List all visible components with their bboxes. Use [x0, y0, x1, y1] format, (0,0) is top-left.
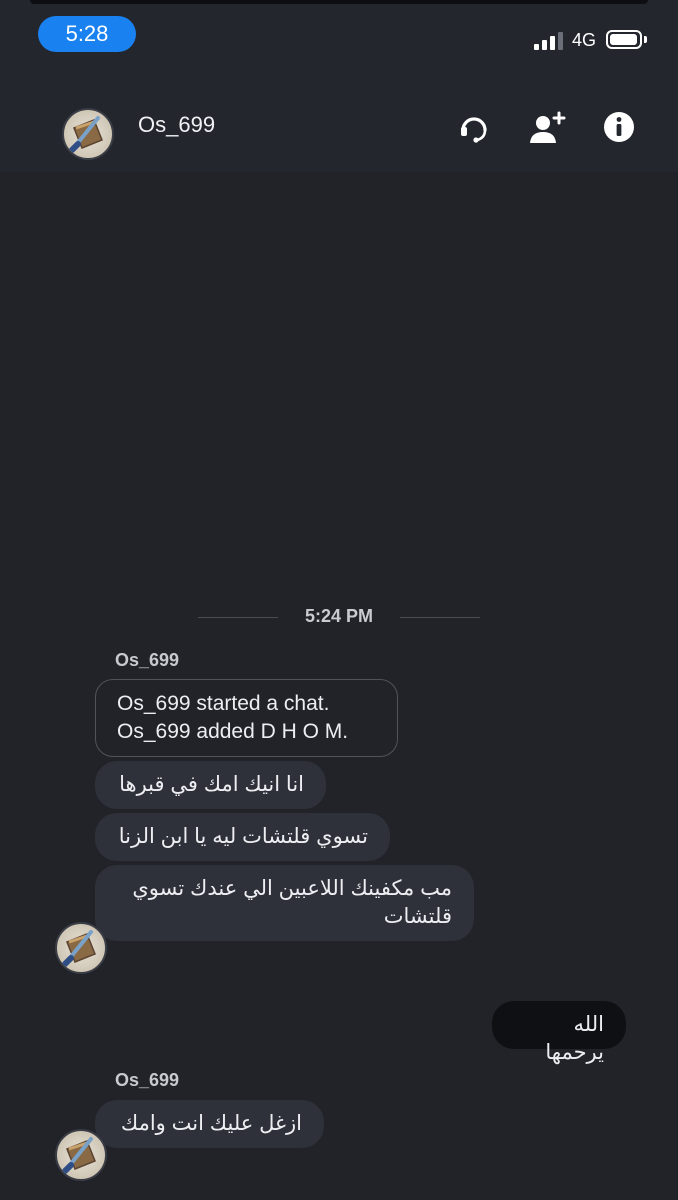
- status-bar: 5:28 4G: [0, 0, 678, 72]
- system-line: Os_699 started a chat.: [117, 692, 330, 715]
- sender-name: Os_699: [115, 650, 180, 670]
- message-text: انا انيك امك في قبرها: [119, 773, 304, 796]
- support-headset-icon[interactable]: [456, 110, 492, 146]
- timestamp-divider-right: [400, 617, 480, 618]
- contact-name[interactable]: Os_699: [138, 112, 215, 138]
- chat-header: Os_699: [0, 72, 678, 172]
- network-type: 4G: [572, 30, 597, 50]
- notch-edge: [30, 0, 648, 4]
- contact-avatar[interactable]: [62, 108, 114, 160]
- signal-icon: [534, 32, 566, 50]
- message-text: الله يرحمها: [545, 1013, 604, 1064]
- message-bubble[interactable]: ازغل عليك انت وامك: [95, 1100, 324, 1148]
- battery-tip: [644, 36, 647, 43]
- message-text: مب مكفينك اللاعبين الي عندك تسوي قلتشات: [132, 877, 452, 928]
- sender-avatar[interactable]: [55, 922, 107, 974]
- battery-icon: [606, 30, 642, 49]
- message-text: تسوي قلتشات ليه يا ابن الزنا: [118, 825, 368, 848]
- sender-avatar[interactable]: [55, 1129, 107, 1181]
- message-bubble[interactable]: انا انيك امك في قبرها: [95, 761, 326, 809]
- info-icon[interactable]: [602, 110, 638, 146]
- outgoing-message-bubble[interactable]: الله يرحمها: [492, 1001, 626, 1064]
- system-message: Os_699 started a chat. Os_699 added D H …: [95, 679, 398, 757]
- status-time[interactable]: 5:28: [38, 16, 136, 52]
- add-user-icon[interactable]: [528, 110, 566, 146]
- system-line: Os_699 added D H O M.: [117, 720, 349, 743]
- sender-name: Os_699: [115, 1070, 180, 1090]
- timestamp-divider-left: [198, 617, 278, 618]
- chat-timestamp: 5:24 PM: [304, 606, 374, 626]
- message-text: ازغل عليك انت وامك: [120, 1112, 302, 1135]
- message-bubble[interactable]: تسوي قلتشات ليه يا ابن الزنا: [95, 813, 390, 861]
- message-bubble[interactable]: مب مكفينك اللاعبين الي عندك تسوي قلتشات: [95, 865, 474, 941]
